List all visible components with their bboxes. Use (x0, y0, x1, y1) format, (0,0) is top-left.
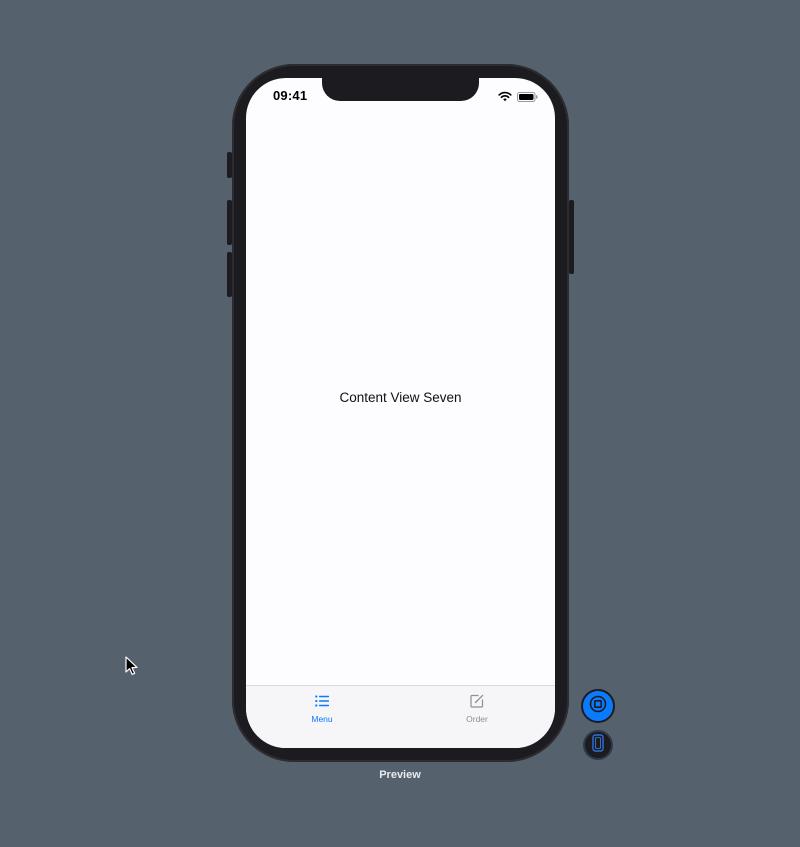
tab-order-label: Order (466, 714, 488, 724)
device-settings-button[interactable] (583, 730, 613, 760)
device-icon (591, 733, 605, 757)
silent-switch (227, 152, 232, 178)
notch (322, 78, 479, 101)
tab-bar: Menu Order (246, 685, 555, 748)
device-screen: 09:41 Content View Seven Menu Order (246, 78, 555, 748)
list-icon (282, 692, 362, 710)
status-icons (498, 89, 538, 107)
device-frame: 09:41 Content View Seven Menu Order (227, 64, 574, 762)
battery-icon (517, 89, 538, 107)
volume-down-button (227, 252, 232, 297)
compose-icon (437, 692, 517, 710)
live-preview-button[interactable] (581, 689, 615, 723)
tab-menu-label: Menu (311, 714, 333, 724)
wifi-icon (498, 89, 512, 107)
content-view-text: Content View Seven (339, 390, 462, 405)
status-time: 09:41 (273, 88, 308, 103)
tab-order[interactable]: Order (437, 692, 517, 724)
stop-icon (589, 695, 607, 718)
preview-label: Preview (379, 769, 421, 781)
tab-menu[interactable]: Menu (282, 692, 362, 724)
volume-up-button (227, 200, 232, 245)
mouse-cursor-icon (125, 656, 139, 681)
power-button (569, 200, 574, 274)
